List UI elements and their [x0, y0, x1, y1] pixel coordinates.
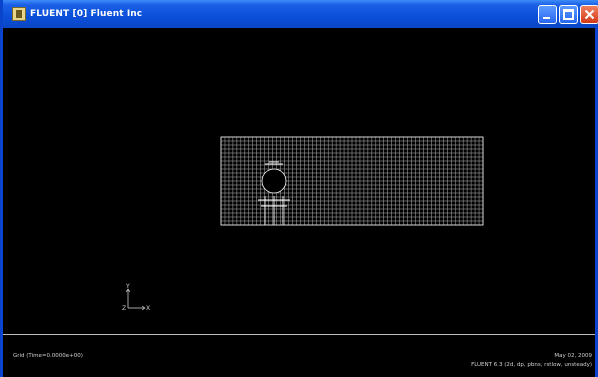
maximize-button[interactable] [559, 5, 578, 24]
cylinder-obstacle [261, 168, 287, 194]
coordinate-axes: Y Z X [122, 283, 150, 312]
graphics-viewport[interactable]: Y Z X [3, 28, 595, 334]
maximize-icon [563, 9, 574, 20]
axis-y-label: Y [125, 283, 130, 290]
fluent-window: FLUENT [0] Fluent Inc Y Z X Grid (Time=0… [0, 0, 598, 377]
axis-x-label: X [146, 305, 150, 312]
fluent-app-icon[interactable] [12, 7, 26, 21]
date-label: May 02, 2009 [554, 353, 592, 359]
title-bar[interactable]: FLUENT [0] Fluent Inc [3, 0, 598, 28]
mesh-grid [220, 136, 484, 226]
minimize-button[interactable] [538, 5, 557, 24]
status-area: Grid (Time=0.0000e+00) May 02, 2009 FLUE… [3, 335, 595, 377]
grid-time-label: Grid (Time=0.0000e+00) [13, 353, 83, 359]
axis-z-label: Z [122, 305, 126, 312]
mesh-display [220, 136, 484, 226]
window-title: FLUENT [0] Fluent Inc [30, 9, 143, 19]
version-label: FLUENT 6.3 (2d, dp, pbns, rstlow, unstea… [471, 362, 592, 368]
window-controls [538, 5, 598, 24]
close-icon [584, 9, 595, 20]
close-button[interactable] [580, 5, 598, 24]
minimize-icon [543, 17, 550, 19]
